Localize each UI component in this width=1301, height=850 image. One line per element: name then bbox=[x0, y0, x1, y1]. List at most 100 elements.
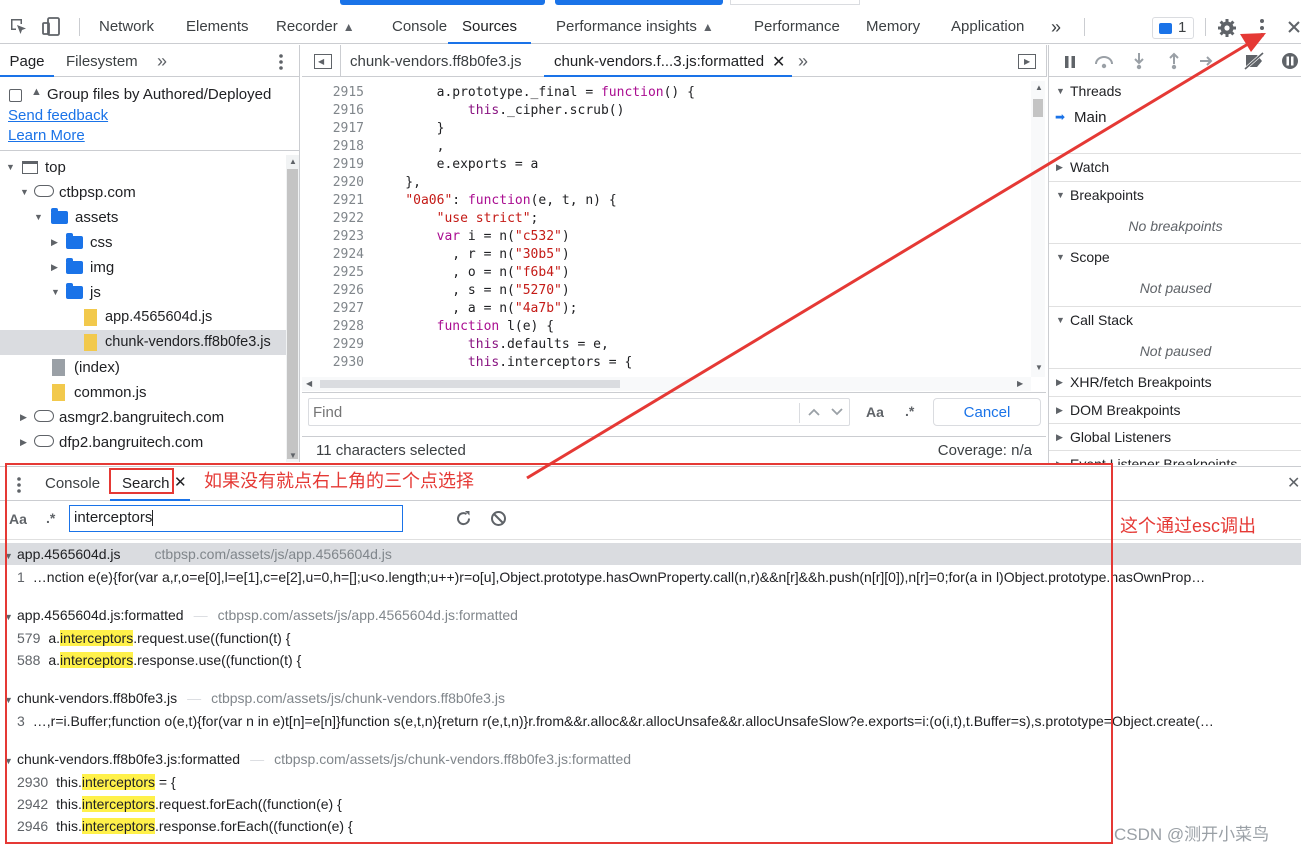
line-number[interactable]: 2916 bbox=[302, 103, 364, 118]
tree-item-chunk-vendors-js[interactable]: chunk-vendors.ff8b0fe3.js bbox=[0, 330, 286, 355]
tree-item-app-js[interactable]: app.4565604d.js bbox=[0, 305, 286, 330]
chevron-up-icon[interactable] bbox=[807, 407, 821, 417]
threads-section[interactable]: ▼ Threads bbox=[1049, 78, 1301, 105]
line-number[interactable]: 2919 bbox=[302, 157, 364, 172]
code-line[interactable]: , bbox=[374, 139, 445, 154]
regex-button[interactable]: .* bbox=[905, 403, 914, 419]
close-devtools-icon[interactable] bbox=[1287, 20, 1301, 34]
editor-tab-chunk-vendors[interactable]: chunk-vendors.ff8b0fe3.js bbox=[350, 45, 522, 77]
code-area[interactable]: 2915 a.prototype._final = function() { 29… bbox=[302, 81, 1030, 377]
step-into-icon[interactable] bbox=[1132, 52, 1146, 70]
learn-more-link[interactable]: Learn More bbox=[8, 127, 85, 144]
pause-icon[interactable] bbox=[1063, 55, 1077, 69]
xhr-breakpoints-section[interactable]: ▶ XHR/fetch Breakpoints bbox=[1049, 368, 1301, 395]
code-line[interactable]: "0a06": function(e, t, n) { bbox=[374, 193, 616, 208]
dom-breakpoints-section[interactable]: ▶ DOM Breakpoints bbox=[1049, 396, 1301, 423]
issues-button[interactable]: 1 bbox=[1152, 17, 1194, 39]
code-line[interactable]: "use strict"; bbox=[374, 211, 539, 226]
tab-filesystem[interactable]: Filesystem bbox=[66, 45, 138, 77]
breakpoints-section[interactable]: ▼ Breakpoints bbox=[1049, 181, 1301, 208]
step-over-icon[interactable] bbox=[1093, 53, 1115, 69]
line-number[interactable]: 2918 bbox=[302, 139, 364, 154]
close-tab-icon[interactable]: ✕ bbox=[772, 52, 785, 72]
code-line[interactable]: , r = n("30b5") bbox=[374, 247, 569, 262]
scrollbar-thumb[interactable] bbox=[1033, 99, 1043, 117]
code-line[interactable]: , a = n("4a7b"); bbox=[374, 301, 577, 316]
tree-item-ctbpsp[interactable]: ▼ ctbpsp.com bbox=[0, 180, 286, 205]
tab-performance-insights[interactable]: Performance insights ▲ bbox=[556, 0, 714, 44]
code-line[interactable]: this._cipher.scrub() bbox=[374, 103, 625, 118]
tab-sources[interactable]: Sources bbox=[448, 0, 532, 44]
code-line[interactable]: a.prototype._final = function() { bbox=[374, 85, 695, 100]
navigator-more-button[interactable]: » bbox=[157, 45, 167, 77]
line-number[interactable]: 2924 bbox=[302, 247, 364, 262]
line-number[interactable]: 2928 bbox=[302, 319, 364, 334]
toggle-debugger-icon[interactable]: ▶ bbox=[1018, 54, 1036, 69]
pause-on-exceptions-icon[interactable] bbox=[1281, 52, 1299, 70]
tree-item-css[interactable]: ▶ css bbox=[0, 230, 286, 255]
settings-gear-icon[interactable] bbox=[1217, 18, 1237, 38]
step-out-icon[interactable] bbox=[1167, 52, 1181, 70]
tab-page[interactable]: Page bbox=[0, 45, 54, 77]
code-line[interactable]: }, bbox=[374, 175, 421, 190]
line-number[interactable]: 2923 bbox=[302, 229, 364, 244]
more-tabs-button[interactable]: » bbox=[1051, 0, 1061, 44]
code-line[interactable]: var i = n("c532") bbox=[374, 229, 570, 244]
code-line[interactable]: e.exports = a bbox=[374, 157, 539, 172]
line-number[interactable]: 2917 bbox=[302, 121, 364, 136]
editor-more-tabs-button[interactable]: » bbox=[798, 45, 808, 77]
code-line[interactable]: this.defaults = e, bbox=[374, 337, 609, 352]
line-number[interactable]: 2926 bbox=[302, 283, 364, 298]
tree-item-dfp2[interactable]: ▶ dfp2.bangruitech.com bbox=[0, 430, 286, 455]
line-number[interactable]: 2925 bbox=[302, 265, 364, 280]
editor-vertical-scrollbar[interactable]: ▲ ▼ bbox=[1031, 81, 1045, 377]
navigator-menu-kebab-icon[interactable] bbox=[277, 53, 285, 71]
tab-memory[interactable]: Memory bbox=[866, 0, 920, 44]
navigator-scrollbar[interactable]: ▲ ▼ bbox=[286, 155, 299, 462]
find-input[interactable] bbox=[308, 398, 850, 426]
chevron-down-icon[interactable] bbox=[830, 407, 844, 417]
inspect-element-icon[interactable] bbox=[9, 17, 29, 37]
scrollbar-thumb[interactable] bbox=[320, 380, 620, 388]
tree-item-index[interactable]: (index) bbox=[0, 355, 286, 380]
code-line[interactable]: function l(e) { bbox=[374, 319, 554, 334]
line-number[interactable]: 2927 bbox=[302, 301, 364, 316]
global-listeners-section[interactable]: ▶ Global Listeners bbox=[1049, 423, 1301, 450]
line-number[interactable]: 2920 bbox=[302, 175, 364, 190]
tab-application[interactable]: Application bbox=[951, 0, 1024, 44]
tab-network[interactable]: Network bbox=[99, 0, 154, 44]
line-number[interactable]: 2930 bbox=[302, 355, 364, 370]
toggle-navigator-icon[interactable]: ◀ bbox=[314, 54, 332, 69]
group-files-checkbox[interactable] bbox=[9, 89, 22, 102]
tab-elements[interactable]: Elements bbox=[186, 0, 249, 44]
match-case-button[interactable]: Aa bbox=[866, 404, 884, 420]
deactivate-breakpoints-icon[interactable] bbox=[1243, 52, 1265, 70]
tree-item-common-js[interactable]: common.js bbox=[0, 380, 286, 405]
tree-item-top[interactable]: ▼ top bbox=[0, 155, 286, 180]
tab-performance[interactable]: Performance bbox=[754, 0, 840, 44]
tree-item-asmgr2[interactable]: ▶ asmgr2.bangruitech.com bbox=[0, 405, 286, 430]
scrollbar-thumb[interactable] bbox=[287, 169, 298, 459]
close-drawer-icon[interactable]: ✕ bbox=[1287, 473, 1300, 493]
editor-tab-chunk-vendors-formatted[interactable]: chunk-vendors.f...3.js:formatted ✕ bbox=[544, 45, 792, 77]
code-line[interactable]: this.interceptors = { bbox=[374, 355, 632, 370]
send-feedback-link[interactable]: Send feedback bbox=[8, 107, 108, 124]
cancel-button[interactable]: Cancel bbox=[933, 398, 1041, 426]
tree-item-assets[interactable]: ▼ assets bbox=[0, 205, 286, 230]
call-stack-section[interactable]: ▼ Call Stack bbox=[1049, 306, 1301, 333]
device-toolbar-icon[interactable] bbox=[42, 16, 62, 38]
line-number[interactable]: 2921 bbox=[302, 193, 364, 208]
customize-menu-kebab-icon[interactable] bbox=[1258, 17, 1266, 39]
tab-recorder[interactable]: Recorder ▲ bbox=[276, 0, 355, 44]
tree-item-img[interactable]: ▶ img bbox=[0, 255, 286, 280]
scope-section[interactable]: ▼ Scope bbox=[1049, 243, 1301, 270]
line-number[interactable]: 2915 bbox=[302, 85, 364, 100]
tab-console[interactable]: Console bbox=[392, 0, 447, 44]
code-line[interactable]: , o = n("f6b4") bbox=[374, 265, 569, 280]
code-line[interactable]: } bbox=[374, 121, 445, 136]
step-icon[interactable] bbox=[1199, 54, 1215, 68]
editor-horizontal-scrollbar[interactable]: ◀ ▶ bbox=[302, 377, 1031, 391]
watch-section[interactable]: ▶ Watch bbox=[1049, 153, 1301, 180]
line-number[interactable]: 2922 bbox=[302, 211, 364, 226]
thread-main-item[interactable]: ➡ Main bbox=[1049, 105, 1301, 130]
